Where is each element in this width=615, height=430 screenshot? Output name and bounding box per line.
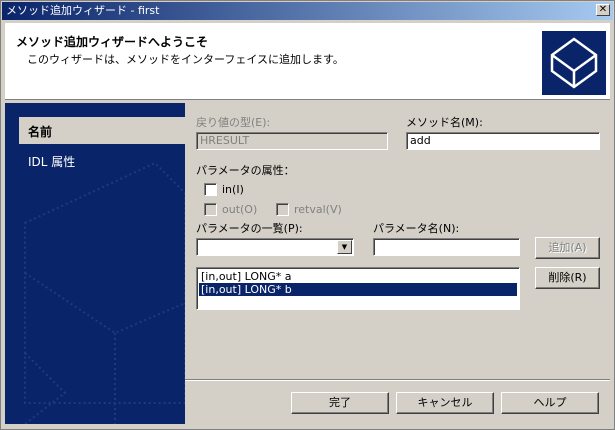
sidebar-watermark (24, 161, 185, 424)
header-subtitle: このウィザードは、メソッドをインターフェイスに追加します。 (27, 53, 344, 66)
method-name-label: メソッド名(M): (406, 116, 483, 129)
param-attributes-label: パラメータの属性： (196, 164, 295, 177)
in-checkbox[interactable] (204, 183, 217, 196)
list-item[interactable]: [in,out] LONG* a (199, 270, 517, 283)
cancel-button[interactable]: キャンセル (396, 392, 494, 414)
window-title: メソッド追加ウィザード - first (6, 4, 160, 17)
wizard-sidebar: 名前 IDL 属性 (5, 103, 185, 424)
retval-label: retval(V) (294, 203, 342, 216)
out-checkbox (204, 203, 217, 216)
close-icon: ✕ (598, 4, 608, 15)
remove-button[interactable]: 削除(R) (535, 267, 600, 289)
add-button: 追加(A) (535, 237, 600, 259)
in-label: in(I) (222, 183, 244, 196)
title-bar[interactable]: メソッド追加ウィザード - first ✕ (2, 2, 613, 20)
chevron-down-icon[interactable]: ▼ (337, 240, 352, 254)
wizard-content: 戻り値の型(E): HRESULT メソッド名(M): add パラメータの属性… (185, 103, 610, 379)
close-button[interactable]: ✕ (596, 4, 610, 16)
cube-icon (542, 31, 606, 95)
return-type-label: 戻り値の型(E): (196, 116, 271, 129)
param-type-dropdown[interactable]: ▼ (196, 238, 354, 256)
sidebar-item-idl-attributes[interactable]: IDL 属性 (28, 153, 75, 170)
wizard-header: メソッド追加ウィザードへようこそ このウィザードは、メソッドをインターフェイスに… (5, 23, 610, 100)
param-listbox[interactable]: [in,out] LONG* a [in,out] LONG* b (196, 267, 520, 310)
list-item-selected[interactable]: [in,out] LONG* b (199, 283, 517, 296)
param-list-label: パラメータの一覧(P): (196, 222, 303, 235)
help-button[interactable]: ヘルプ (501, 392, 599, 414)
wizard-footer: 完了 キャンセル ヘルプ (185, 379, 610, 425)
sidebar-item-name[interactable]: 名前 (19, 117, 185, 144)
header-title: メソッド追加ウィザードへようこそ (16, 35, 209, 49)
sidebar-item-label: 名前 (28, 125, 53, 139)
wizard-window: メソッド追加ウィザード - first ✕ メソッド追加ウィザードへようこそ こ… (0, 0, 615, 430)
param-name-field[interactable] (373, 238, 520, 256)
finish-button[interactable]: 完了 (291, 392, 389, 414)
out-label: out(O) (222, 203, 258, 216)
method-name-field[interactable]: add (406, 132, 600, 150)
param-name-label: パラメータ名(N): (373, 222, 460, 235)
retval-checkbox (276, 203, 289, 216)
return-type-field: HRESULT (196, 132, 388, 150)
